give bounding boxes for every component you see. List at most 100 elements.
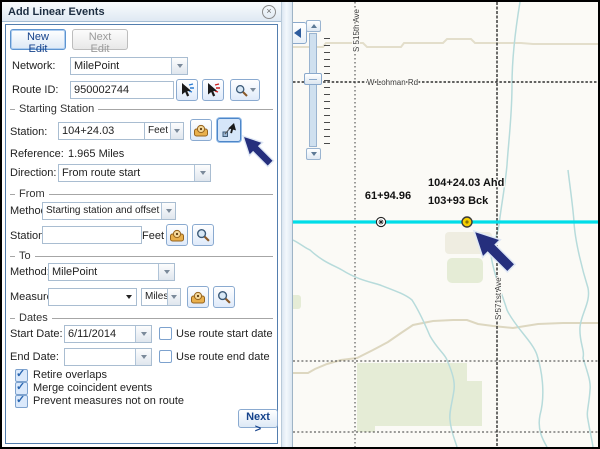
use-route-start-date-label: Use route start date (176, 328, 273, 340)
next-edit-button[interactable]: Next Edit (72, 29, 128, 50)
select-route-on-map-button[interactable] (176, 79, 198, 101)
to-station-marker-button[interactable] (187, 286, 209, 308)
from-method-dropdown-icon[interactable] (161, 203, 175, 219)
start-date-value: 6/11/2014 (65, 326, 135, 342)
selected-station-marker[interactable] (462, 217, 472, 227)
station-units-value: Feet (145, 123, 170, 139)
station-marker-button[interactable] (190, 119, 212, 141)
prevent-measures-label: Prevent measures not on route (33, 395, 184, 407)
start-date-combo[interactable]: 6/11/2014 (64, 325, 152, 343)
station-marker-icon (190, 290, 206, 304)
road-label-vertical-left: S 515th Ave (352, 8, 361, 52)
search-dropdown-icon (250, 88, 256, 92)
retire-overlaps-label: Retire overlaps (33, 369, 107, 381)
station-point-marker[interactable] (376, 217, 385, 226)
clear-route-selection-button[interactable] (202, 79, 224, 101)
next-button[interactable]: Next > (238, 409, 278, 428)
station-label: Station: (10, 126, 47, 138)
vegetation-polygon-large (357, 363, 482, 432)
measure-combo[interactable] (48, 288, 137, 306)
new-edit-button[interactable]: New Edit (10, 29, 66, 50)
from-station-marker-button[interactable] (166, 224, 188, 246)
station-measure-label: 61+94.96 (365, 190, 411, 202)
measure-units-value: Miles (142, 289, 167, 305)
starting-station-legend: Starting Station (10, 103, 273, 115)
route-select-cursor-icon (179, 82, 195, 98)
direction-dropdown-icon[interactable] (194, 165, 210, 181)
road-label-vertical-right: S 571st Ave (494, 277, 503, 320)
route-id-label: Route ID: (12, 84, 58, 96)
dates-legend: Dates (10, 312, 273, 324)
station-marker-icon (193, 123, 209, 137)
start-date-label: Start Date: (10, 328, 63, 340)
end-date-combo[interactable] (64, 348, 152, 366)
station-marker-icon (169, 228, 185, 242)
road-label-horizontal: W Lohman Rd (367, 78, 418, 87)
magnifier-icon (235, 84, 248, 97)
to-method-value: MilePoint (49, 264, 158, 280)
station-units-combo[interactable]: Feet (144, 122, 184, 140)
panel-splitter[interactable] (281, 2, 293, 447)
zoom-slider-track[interactable] (309, 33, 317, 147)
zoom-in-button[interactable] (306, 20, 321, 32)
reference-label: Reference: (10, 148, 64, 160)
pick-station-on-map-button[interactable] (217, 118, 241, 142)
use-route-start-date-checkbox[interactable] (159, 327, 172, 340)
use-route-end-date-label: Use route end date (176, 351, 270, 363)
selected-ahead-label: 104+24.03 Ahd (428, 177, 504, 189)
network-combo[interactable]: MilePoint (70, 57, 188, 75)
route-search-button[interactable] (230, 79, 260, 101)
end-date-label: End Date: (10, 351, 59, 363)
close-icon[interactable]: × (262, 5, 276, 19)
app-window: Add Linear Events × New Edit Next Edit N… (0, 0, 600, 449)
start-date-dropdown-icon[interactable] (135, 326, 151, 342)
measure-units-combo[interactable]: Miles (141, 288, 181, 306)
from-station-input[interactable] (42, 226, 142, 244)
measure-value (49, 289, 122, 305)
prevent-measures-checkbox[interactable] (15, 395, 28, 408)
network-value: MilePoint (71, 58, 171, 74)
zoom-out-button[interactable] (306, 148, 321, 160)
direction-combo[interactable]: From route start (58, 164, 211, 182)
station-units-dropdown-icon[interactable] (170, 123, 183, 139)
from-method-combo[interactable]: Starting station and offset (42, 202, 176, 220)
route-id-input[interactable] (70, 81, 174, 99)
to-method-label: Method: (10, 266, 50, 278)
magnifier-icon (217, 290, 231, 304)
collapse-panel-button[interactable] (293, 22, 307, 44)
route-deselect-cursor-icon (205, 82, 221, 98)
network-label: Network: (12, 60, 55, 72)
direction-value: From route start (59, 165, 194, 181)
zoom-slider (306, 20, 342, 165)
vegetation-polygon-edge (293, 295, 301, 309)
merge-coincident-events-label: Merge coincident events (33, 382, 152, 394)
station-input[interactable] (58, 122, 146, 140)
to-legend: To (10, 250, 273, 262)
end-date-value (65, 349, 135, 365)
network-dropdown-icon[interactable] (171, 58, 187, 74)
from-units-label: Feet (142, 230, 164, 242)
from-method-value: Starting station and offset (43, 203, 161, 219)
from-search-button[interactable] (192, 224, 214, 246)
from-legend: From (10, 188, 273, 200)
end-date-dropdown-icon[interactable] (135, 349, 151, 365)
collapse-left-icon (294, 28, 301, 38)
panel-header: Add Linear Events × (2, 2, 281, 22)
measure-units-dropdown-icon[interactable] (167, 289, 180, 305)
pick-station-cursor-icon (221, 122, 237, 138)
magnifier-icon (196, 228, 210, 242)
panel-title: Add Linear Events (2, 6, 105, 18)
vegetation-polygon-small (447, 258, 483, 283)
zoom-slider-handle[interactable] (304, 73, 322, 85)
direction-label: Direction: (10, 167, 56, 179)
selected-back-label: 103+93 Bck (428, 195, 489, 207)
to-search-button[interactable] (213, 286, 235, 308)
use-route-end-date-checkbox[interactable] (159, 350, 172, 363)
to-method-combo[interactable]: MilePoint (48, 263, 175, 281)
reference-value: 1.965 Miles (68, 148, 124, 160)
measure-dropdown-icon[interactable] (122, 289, 136, 305)
add-linear-events-panel: Add Linear Events × New Edit Next Edit N… (2, 2, 281, 447)
zoom-slider-ticks (324, 38, 330, 144)
to-method-dropdown-icon[interactable] (158, 264, 174, 280)
map-canvas[interactable]: W Lohman Rd S 515th Ave S 571st Ave 61+9… (293, 2, 598, 447)
